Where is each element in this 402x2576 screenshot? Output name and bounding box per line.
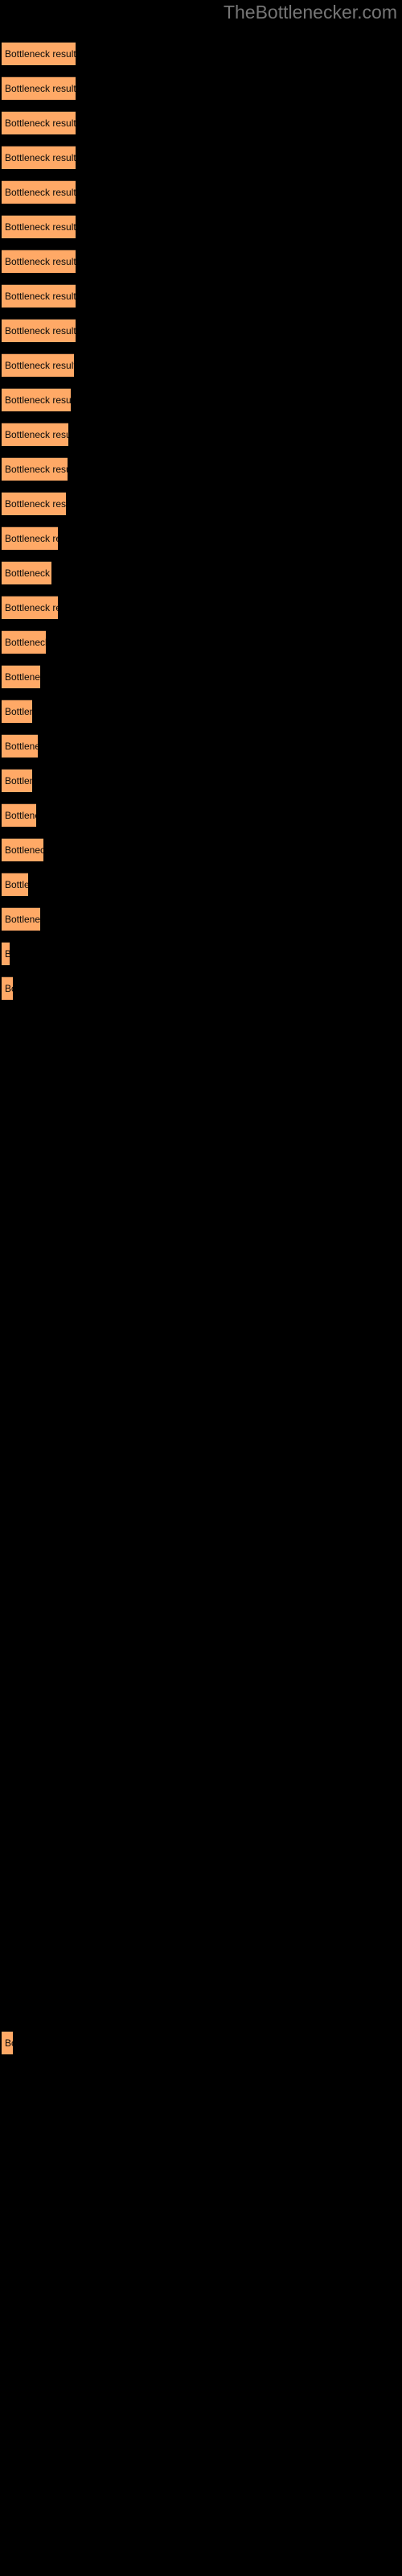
bar: Bottleneck result xyxy=(2,284,76,308)
bar: Bottleneck result xyxy=(2,873,28,896)
bar-label: Bottleneck result xyxy=(5,983,13,994)
bar-label: Bottleneck result xyxy=(5,914,40,925)
bar: Bottleneck result xyxy=(2,803,36,827)
bar: Bottleneck result xyxy=(2,665,40,688)
bar-label: Bottleneck result xyxy=(5,533,58,544)
bar-label: Bottleneck result xyxy=(5,221,76,233)
bar: Bottleneck result xyxy=(2,838,43,861)
bar-label: Bottleneck result xyxy=(5,152,76,163)
bar: Bottleneck result xyxy=(2,76,76,100)
bar: Bottleneck result xyxy=(2,146,76,169)
bar-label: Bottleneck result xyxy=(5,879,28,890)
bar: Bottleneck result xyxy=(2,492,66,515)
bar-label: Bottleneck result xyxy=(5,844,43,856)
bar-label: Bottleneck result xyxy=(5,947,10,962)
bar: Bottleneck result xyxy=(2,250,76,273)
bar-label: Bottleneck result xyxy=(5,325,76,336)
bar: Bottleneck result xyxy=(2,388,71,411)
bar: Bottleneck result xyxy=(2,942,10,965)
bottleneck-chart-page: TheBottlenecker.com Bottleneck result Bot… xyxy=(0,0,402,2576)
bar-label: Bottleneck result xyxy=(5,637,46,648)
bar: Bottleneck result xyxy=(2,630,46,654)
bar-label: Bottleneck result xyxy=(5,118,76,129)
bar-label: Bottleneck result xyxy=(5,291,76,302)
bar-label: Bottleneck result xyxy=(5,498,66,510)
bar-label: Bottleneck result xyxy=(5,741,38,752)
bar-label: Bottleneck result xyxy=(5,187,76,198)
bar: Bottleneck result xyxy=(2,215,76,238)
bar: Bottleneck result xyxy=(2,700,32,723)
bar: Bottleneck result xyxy=(2,596,58,619)
bar: Bottleneck result xyxy=(2,2031,13,2054)
bar-label: Bottleneck result xyxy=(5,464,68,475)
bar-label: Bottleneck result xyxy=(5,568,51,579)
bar: Bottleneck result xyxy=(2,180,76,204)
bar: Bottleneck result xyxy=(2,976,13,1000)
bar: Bottleneck result xyxy=(2,769,32,792)
bar-label: Bottleneck result xyxy=(5,48,76,60)
bar-label: Bottleneck result xyxy=(5,256,76,267)
bar: Bottleneck result xyxy=(2,907,40,931)
bar-label: Bottleneck result xyxy=(5,394,71,406)
bar: Bottleneck result xyxy=(2,319,76,342)
bar-label: Bottleneck result xyxy=(5,671,40,683)
horizontal-bar-chart: Bottleneck result Bottleneck result Bottle… xyxy=(0,0,402,2576)
bar-label: Bottleneck result xyxy=(5,429,68,440)
bar: Bottleneck result xyxy=(2,457,68,481)
bar-label: Bottleneck result xyxy=(5,810,36,821)
bar-label: Bottleneck result xyxy=(5,360,74,371)
bar: Bottleneck result xyxy=(2,42,76,65)
bar: Bottleneck result xyxy=(2,734,38,758)
bar-label: Bottleneck result xyxy=(5,706,32,717)
bar-label: Bottleneck result xyxy=(5,602,58,613)
bar: Bottleneck result xyxy=(2,111,76,134)
bar: Bottleneck result xyxy=(2,526,58,550)
bar: Bottleneck result xyxy=(2,423,68,446)
bar-label: Bottleneck result xyxy=(5,83,76,94)
bar-label: Bottleneck result xyxy=(5,2037,13,2049)
bar: Bottleneck result xyxy=(2,353,74,377)
bar: Bottleneck result xyxy=(2,561,51,584)
bar-label: Bottleneck result xyxy=(5,775,32,786)
